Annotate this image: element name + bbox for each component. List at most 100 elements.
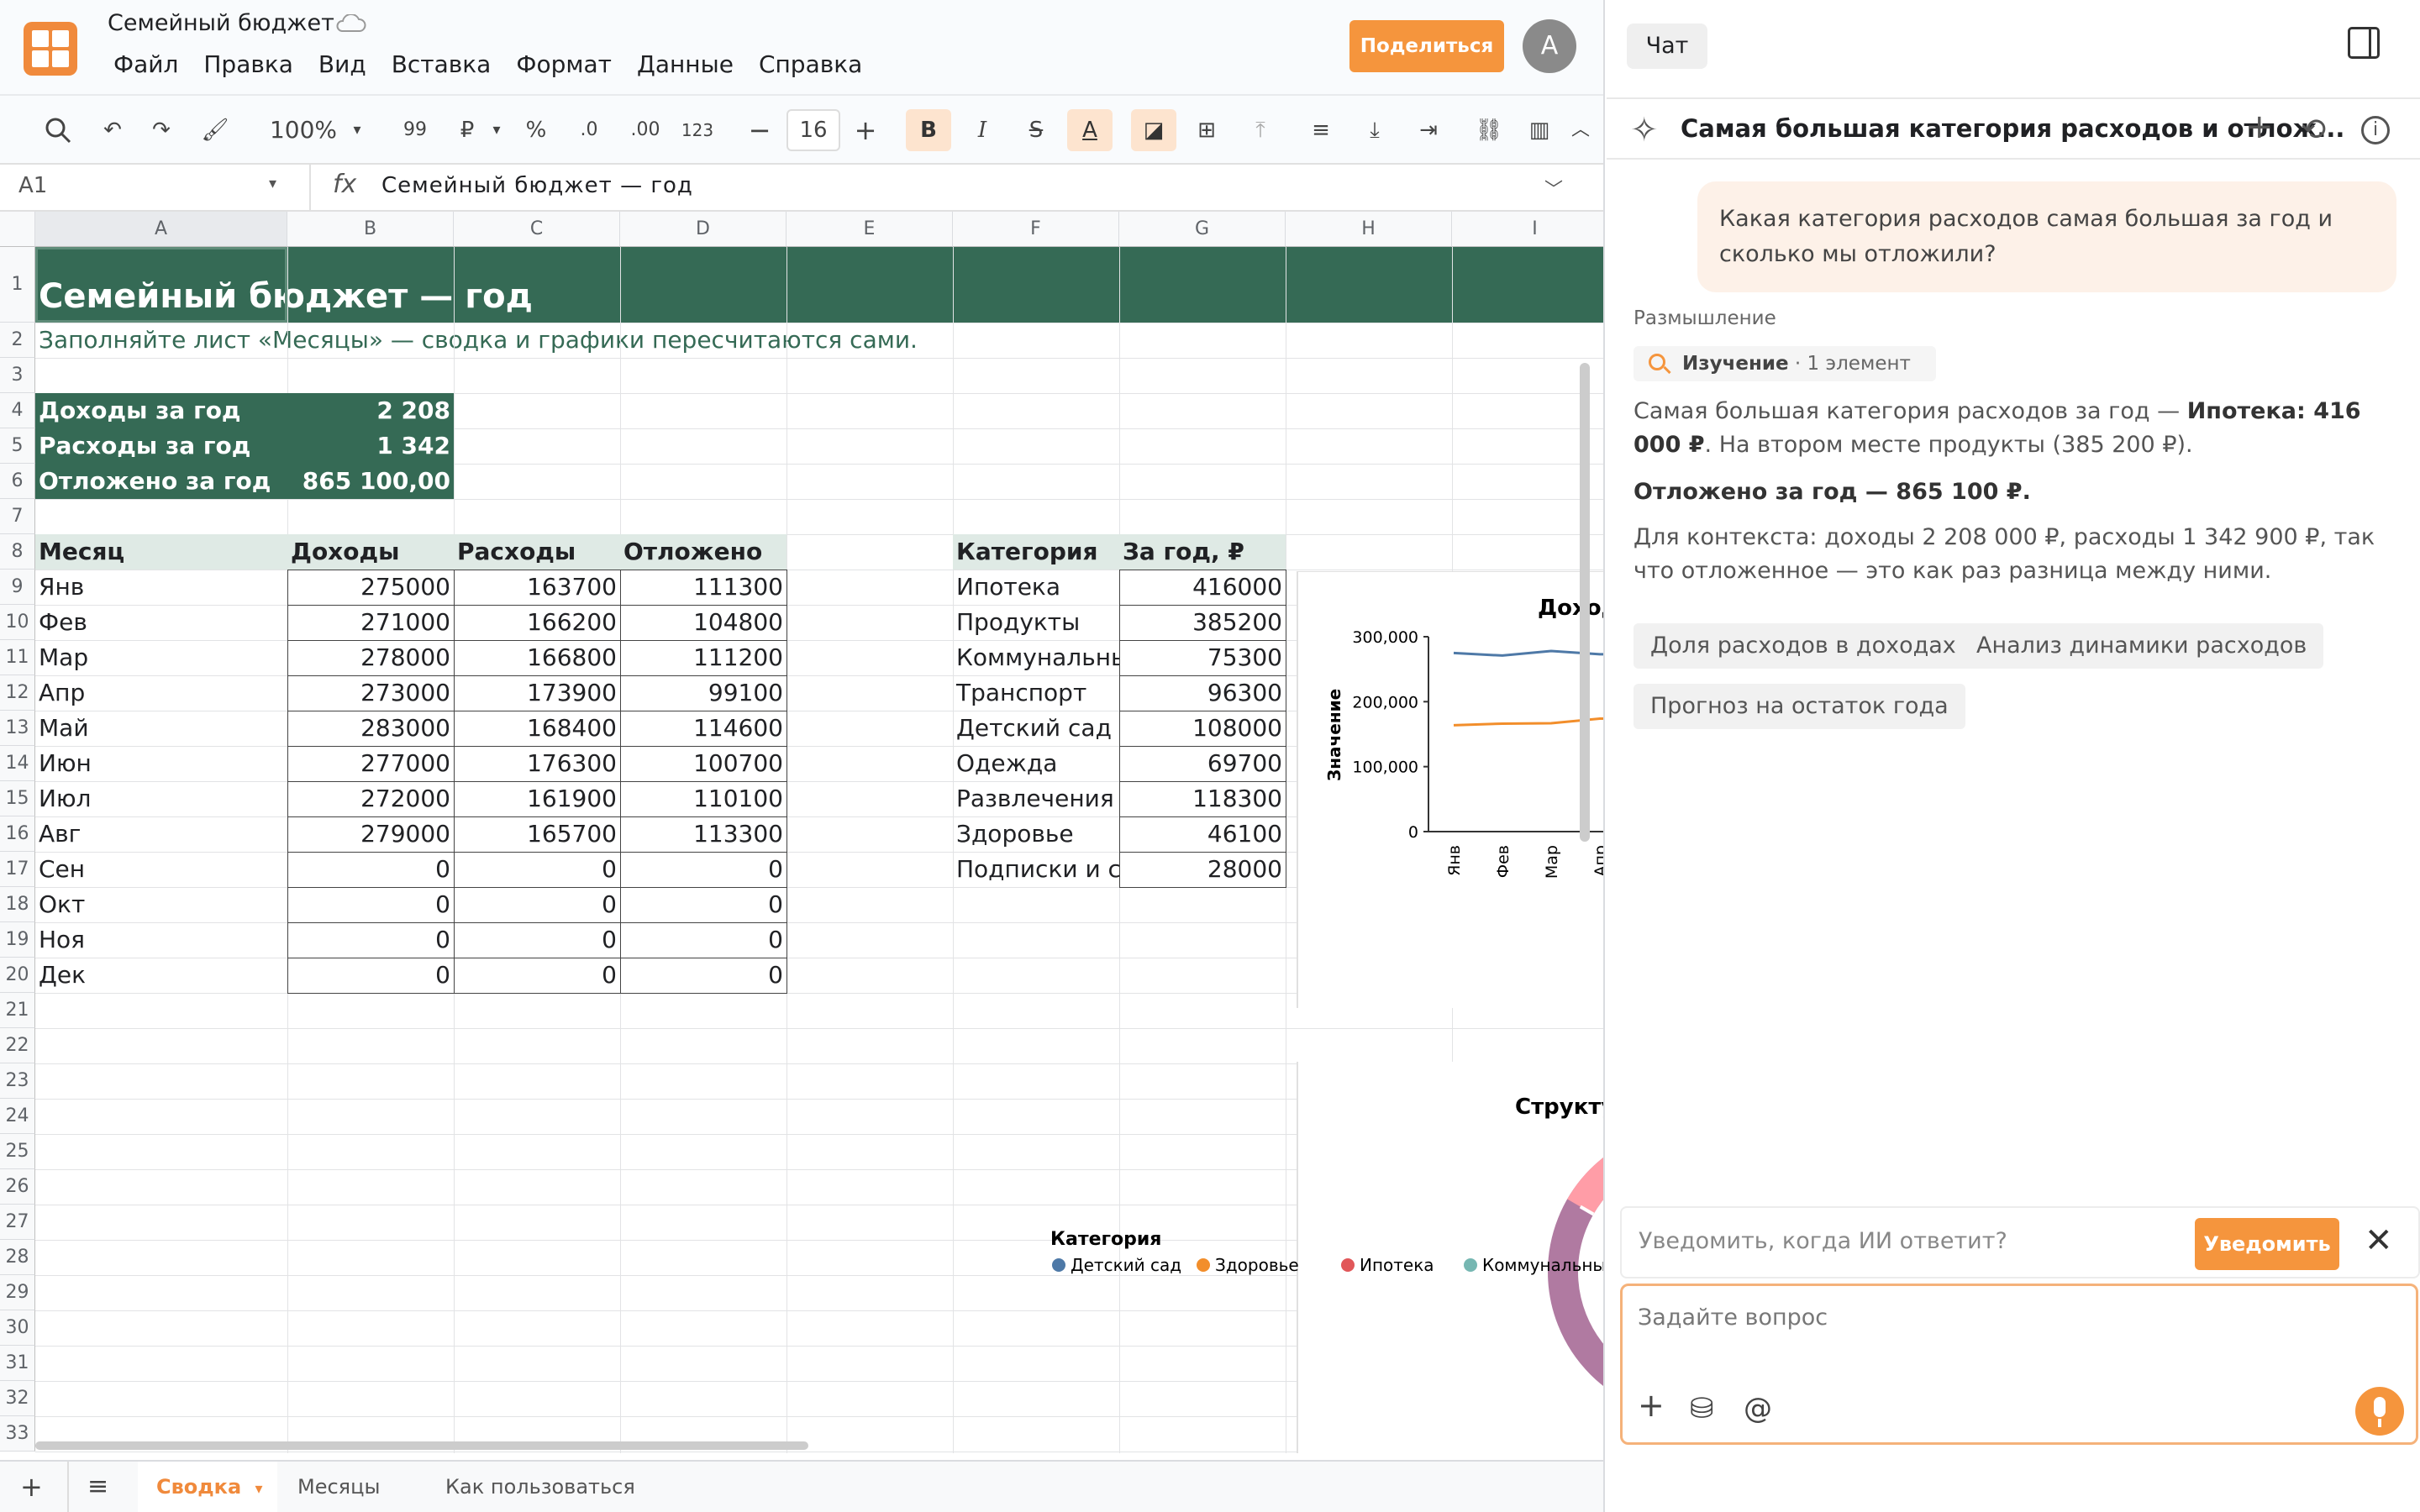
table-cell[interactable]: Здоровье <box>953 816 1119 852</box>
zoom-select[interactable]: 100% <box>257 109 350 151</box>
table-header-cell[interactable]: Доходы <box>287 534 454 570</box>
study-step[interactable]: Изучение · 1 элемент <box>1634 346 1936 381</box>
row-header-12[interactable]: 12 <box>0 675 35 711</box>
strikethrough-button[interactable]: S <box>1017 109 1055 151</box>
table-header-cell[interactable]: Категория <box>953 534 1119 570</box>
table-cell[interactable]: Ипотека <box>953 570 1119 605</box>
row-header-1[interactable]: 1 <box>0 247 35 323</box>
select-all-corner[interactable] <box>0 212 35 247</box>
font-size-decrease-button[interactable]: − <box>743 109 776 151</box>
tab-chevron-down-icon[interactable]: ▾ <box>255 1480 263 1498</box>
zoom-chevron-down-icon[interactable]: ▾ <box>345 109 370 151</box>
row-header-8[interactable]: 8 <box>0 534 35 570</box>
kpi-label[interactable]: Расходы за год <box>35 428 287 464</box>
table-cell[interactable]: Одежда <box>953 746 1119 781</box>
attach-icon[interactable]: + <box>1638 1387 1665 1424</box>
menu-edit[interactable]: Правка <box>191 50 306 78</box>
table-header-cell[interactable]: За год, ₽ <box>1119 534 1286 570</box>
menu-insert[interactable]: Вставка <box>379 50 504 78</box>
collapse-toolbar-icon[interactable]: ︿ <box>1568 109 1593 151</box>
column-header-h[interactable]: H <box>1286 212 1452 247</box>
column-header-e[interactable]: E <box>786 212 953 247</box>
table-header-cell[interactable]: Месяц <box>35 534 287 570</box>
table-cell[interactable]: Сен <box>35 852 287 887</box>
mention-icon[interactable]: @ <box>1744 1392 1772 1425</box>
undo-icon[interactable]: ↶ <box>96 109 129 151</box>
increase-decimal-button[interactable]: .00 <box>622 109 669 151</box>
row-header-18[interactable]: 18 <box>0 887 35 922</box>
column-header-c[interactable]: C <box>454 212 620 247</box>
search-icon[interactable] <box>44 116 72 144</box>
row-header-15[interactable]: 15 <box>0 781 35 816</box>
insert-chart-icon[interactable]: ▥ <box>1523 109 1556 151</box>
column-header-b[interactable]: B <box>287 212 454 247</box>
notify-button[interactable]: Уведомить <box>2195 1218 2339 1270</box>
menu-view[interactable]: Вид <box>306 50 379 78</box>
tab-months[interactable]: Месяцы <box>297 1462 380 1512</box>
row-header-23[interactable]: 23 <box>0 1063 35 1099</box>
row-header-5[interactable]: 5 <box>0 428 35 464</box>
menu-help[interactable]: Справка <box>746 50 875 78</box>
kpi-label[interactable]: Отложено за год <box>35 464 287 499</box>
italic-button[interactable]: I <box>963 109 1002 151</box>
info-icon[interactable]: i <box>2361 116 2390 144</box>
row-header-3[interactable]: 3 <box>0 358 35 393</box>
table-cell[interactable]: Мар <box>35 640 287 675</box>
fill-color-icon[interactable]: ◪ <box>1131 109 1176 151</box>
font-size-increase-button[interactable]: + <box>849 109 882 151</box>
document-title[interactable]: Семейный бюджет <box>108 10 334 36</box>
microphone-icon[interactable] <box>2355 1387 2404 1436</box>
row-header-17[interactable]: 17 <box>0 852 35 887</box>
text-color-button[interactable]: A <box>1067 109 1113 151</box>
row-header-14[interactable]: 14 <box>0 746 35 781</box>
paint-format-icon[interactable]: 🖌 <box>198 109 232 151</box>
row-header-20[interactable]: 20 <box>0 958 35 993</box>
chat-input[interactable]: Задайте вопрос <box>1638 1305 1828 1331</box>
row-header-32[interactable]: 32 <box>0 1381 35 1416</box>
row-header-6[interactable]: 6 <box>0 464 35 499</box>
row-header-21[interactable]: 21 <box>0 993 35 1028</box>
row-header-26[interactable]: 26 <box>0 1169 35 1205</box>
row-header-13[interactable]: 13 <box>0 711 35 746</box>
row-header-4[interactable]: 4 <box>0 393 35 428</box>
row-header-22[interactable]: 22 <box>0 1028 35 1063</box>
table-cell[interactable]: Авг <box>35 816 287 852</box>
history-icon[interactable]: ⟲ <box>2301 113 2326 147</box>
kpi-value[interactable]: 2 208 000,00 ₽ <box>287 393 454 459</box>
row-header-29[interactable]: 29 <box>0 1275 35 1310</box>
table-cell[interactable]: Детский сад <box>953 711 1119 746</box>
table-cell[interactable]: Коммунальные <box>953 640 1119 675</box>
merge-icon[interactable]: ⤒ <box>1244 109 1277 151</box>
add-sheet-icon[interactable]: + <box>20 1462 43 1512</box>
line-chart[interactable]: Доход Значение 300,000 200,000 100,000 0 Янв Фе… <box>1297 571 1603 1008</box>
redo-icon[interactable]: ↷ <box>145 109 178 151</box>
row-header-9[interactable]: 9 <box>0 570 35 605</box>
horizontal-scrollbar[interactable] <box>35 1441 808 1450</box>
table-cell[interactable]: Подписки и с <box>953 852 1119 887</box>
name-box[interactable]: A1 <box>18 173 47 198</box>
table-header-cell[interactable]: Отложено <box>620 534 786 570</box>
table-cell[interactable]: Июл <box>35 781 287 816</box>
table-cell[interactable]: Дек <box>35 958 287 993</box>
vertical-align-icon[interactable]: ⤓ <box>1358 109 1392 151</box>
column-header-a[interactable]: A <box>35 212 287 247</box>
table-cell[interactable]: Окт <box>35 887 287 922</box>
app-logo-icon[interactable] <box>24 22 77 76</box>
row-header-11[interactable]: 11 <box>0 640 35 675</box>
tab-chat[interactable]: Чат <box>1627 24 1707 69</box>
selected-cell-a1[interactable] <box>35 247 287 323</box>
kpi-value[interactable]: 865 100,00 ₽ <box>287 464 454 530</box>
quote-format-button[interactable]: 99 <box>398 109 432 151</box>
column-header-i[interactable]: I <box>1452 212 1603 247</box>
formula-input[interactable]: Семейный бюджет — год <box>381 173 693 198</box>
thinking-label[interactable]: Размышление <box>1634 307 1776 329</box>
table-cell[interactable]: Июн <box>35 746 287 781</box>
insert-link-icon[interactable]: ⛓ <box>1472 109 1506 151</box>
menu-format[interactable]: Формат <box>503 50 624 78</box>
text-wrap-icon[interactable]: ⇥ <box>1412 109 1445 151</box>
sheet-grid[interactable]: Семейный бюджет — год Заполняйте лист «М… <box>0 212 1603 1453</box>
table-cell[interactable]: Развлечения <box>953 781 1119 816</box>
currency-chevron-down-icon[interactable]: ▾ <box>484 109 509 151</box>
database-icon[interactable]: ⛁ <box>1690 1392 1714 1425</box>
table-cell[interactable]: Май <box>35 711 287 746</box>
